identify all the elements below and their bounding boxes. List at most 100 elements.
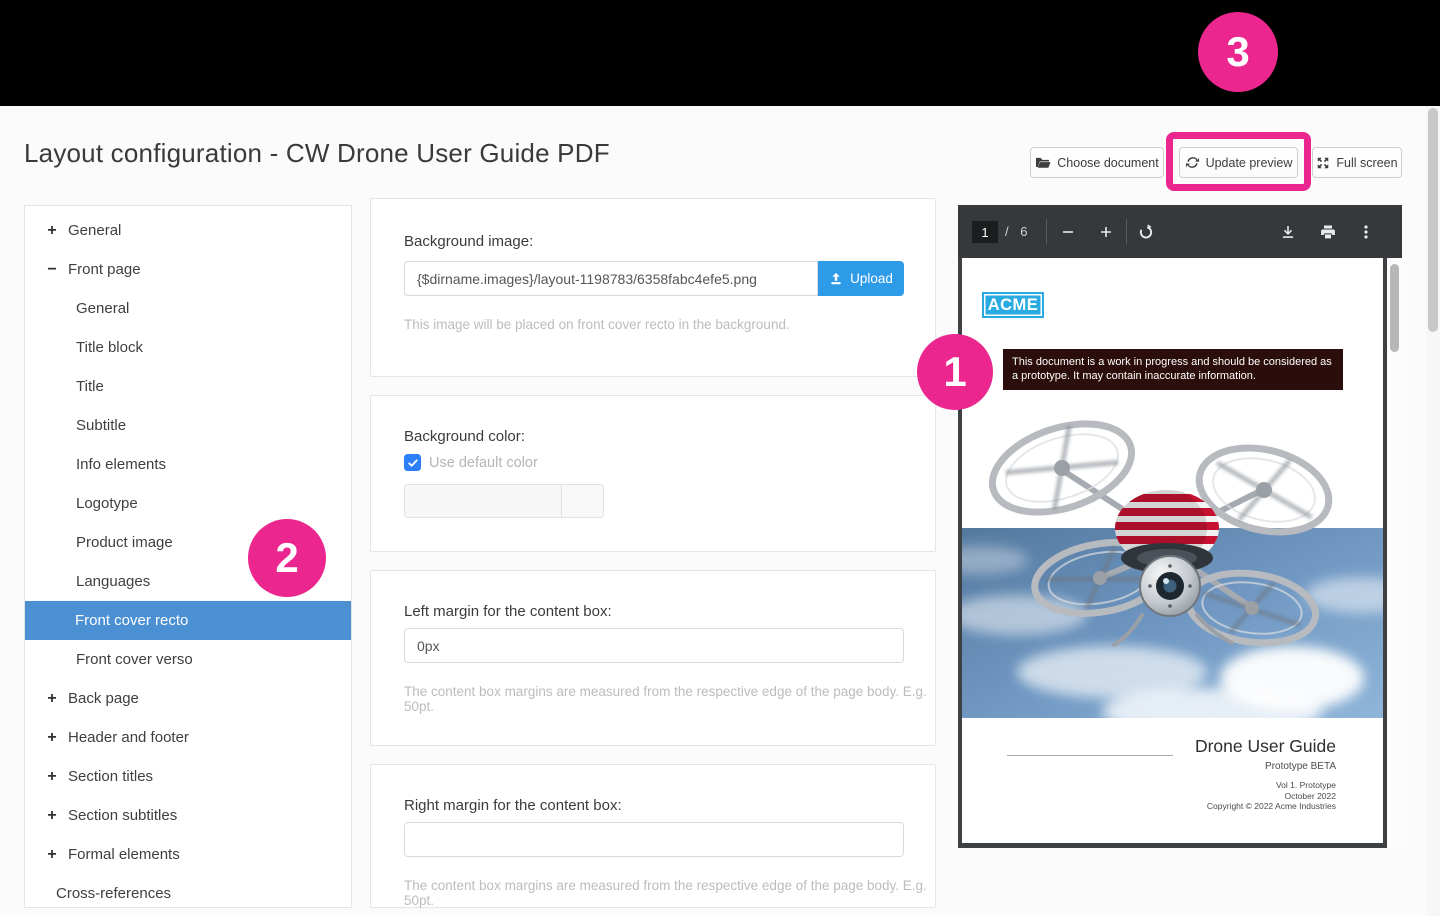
expand-plus-icon[interactable]: + <box>45 848 59 862</box>
prototype-notice-banner: This document is a work in progress and … <box>1003 349 1343 390</box>
upload-label: Upload <box>850 271 893 286</box>
annotation-step-1: 1 <box>917 334 993 410</box>
sidebar-item-front-cover-recto[interactable]: Front cover recto <box>24 601 352 640</box>
background-image-label: Background image: <box>404 233 533 250</box>
expand-plus-icon[interactable]: + <box>45 692 59 706</box>
document-info-block: Vol 1. PrototypeOctober 2022Copyright © … <box>1207 780 1336 812</box>
sidebar-item-title[interactable]: Title <box>25 367 351 406</box>
download-icon[interactable] <box>1278 222 1298 242</box>
annotation-step-2: 2 <box>248 519 326 597</box>
sidebar-item-general[interactable]: + General <box>25 211 351 250</box>
right-margin-card: Right margin for the content box: The co… <box>370 764 936 908</box>
choose-document-label: Choose document <box>1057 156 1158 170</box>
sidebar-item-general[interactable]: General <box>25 289 351 328</box>
sidebar-item-label: General <box>68 222 121 239</box>
left-margin-card: Left margin for the content box: The con… <box>370 570 936 746</box>
background-image-help: This image will be placed on front cover… <box>404 317 790 332</box>
full-screen-button[interactable]: Full screen <box>1312 147 1402 178</box>
sidebar-item-front-cover-verso[interactable]: Front cover verso <box>25 640 351 679</box>
annotation-step-3: 3 <box>1198 12 1278 92</box>
sidebar-item-label: Product image <box>76 534 173 551</box>
pdf-toolbar: 1 / 6 <box>958 205 1402 258</box>
sidebar-item-subtitle[interactable]: Subtitle <box>25 406 351 445</box>
pdf-preview-pane: ACME This document is a work in progress… <box>958 258 1402 848</box>
sidebar-item-label: Front page <box>68 261 141 278</box>
sidebar-item-label: Info elements <box>76 456 166 473</box>
toolbar-divider <box>1046 219 1047 244</box>
left-margin-help: The content box margins are measured fro… <box>404 684 935 714</box>
update-preview-button[interactable]: Update preview <box>1179 147 1298 178</box>
page-title: Layout configuration - CW Drone User Gui… <box>24 138 610 169</box>
background-image-card: Background image: Upload This image will… <box>370 198 936 377</box>
sidebar-item-label: General <box>76 300 129 317</box>
sidebar-item-label: Front cover recto <box>75 612 188 629</box>
expand-plus-icon[interactable]: + <box>45 731 59 745</box>
background-color-card: Background color: Use default color <box>370 395 936 552</box>
expand-plus-icon[interactable]: + <box>45 770 59 784</box>
background-color-label: Background color: <box>404 428 525 445</box>
pdf-scrollbar-thumb[interactable] <box>1390 264 1399 352</box>
sidebar-item-section-titles[interactable]: + Section titles <box>25 757 351 796</box>
color-value-input[interactable] <box>404 484 562 518</box>
background-image-input[interactable] <box>404 261 818 296</box>
right-margin-help: The content box margins are measured fro… <box>404 878 935 908</box>
page-separator: / <box>1005 224 1010 239</box>
sidebar-item-back-page[interactable]: + Back page <box>25 679 351 718</box>
update-preview-label: Update preview <box>1206 156 1293 170</box>
sidebar-item-label: Section subtitles <box>68 807 177 824</box>
full-screen-label: Full screen <box>1336 156 1397 170</box>
left-margin-input[interactable] <box>404 628 904 663</box>
acme-logo: ACME <box>982 292 1044 318</box>
document-info-line: October 2022 <box>1207 791 1336 802</box>
left-margin-label: Left margin for the content box: <box>404 603 612 620</box>
sidebar-item-label: Formal elements <box>68 846 180 863</box>
sidebar-item-cross-references[interactable]: Cross-references <box>25 874 351 908</box>
zoom-in-icon[interactable] <box>1096 222 1116 242</box>
expand-plus-icon[interactable]: + <box>45 224 59 238</box>
right-margin-label: Right margin for the content box: <box>404 797 622 814</box>
sidebar-item-front-page[interactable]: −Front page <box>25 250 351 289</box>
pdf-scrollbar-track[interactable] <box>1387 258 1402 848</box>
sidebar-item-logotype[interactable]: Logotype <box>25 484 351 523</box>
sidebar-item-title-block[interactable]: Title block <box>25 328 351 367</box>
document-info-line: Copyright © 2022 Acme Industries <box>1207 801 1336 812</box>
upload-button[interactable]: Upload <box>818 261 904 296</box>
choose-document-button[interactable]: Choose document <box>1030 147 1164 178</box>
sidebar-item-label: Header and footer <box>68 729 189 746</box>
refresh-icon <box>1185 155 1200 170</box>
drone-cover-image <box>962 410 1383 725</box>
document-title: Drone User Guide <box>1195 736 1336 757</box>
sidebar-item-label: Section titles <box>68 768 153 785</box>
sidebar-item-label: Subtitle <box>76 417 126 434</box>
sidebar-item-label: Logotype <box>76 495 138 512</box>
upload-icon <box>829 272 843 286</box>
document-subtitle: Prototype BETA <box>1265 761 1336 772</box>
expand-plus-icon[interactable]: + <box>45 809 59 823</box>
sidebar-item-header-and-footer[interactable]: + Header and footer <box>25 718 351 757</box>
folder-open-icon <box>1035 156 1051 170</box>
more-vertical-icon[interactable] <box>1356 222 1376 242</box>
right-margin-input[interactable] <box>404 822 904 857</box>
rotate-icon[interactable] <box>1136 222 1156 242</box>
sidebar-item-label: Title block <box>76 339 143 356</box>
page-number-input[interactable]: 1 <box>972 221 998 243</box>
sidebar-item-section-subtitles[interactable]: + Section subtitles <box>25 796 351 835</box>
sidebar-item-label: Front cover verso <box>76 651 193 668</box>
sidebar-item-info-elements[interactable]: Info elements <box>25 445 351 484</box>
sidebar-item-label: Title <box>76 378 104 395</box>
page-count: 6 <box>1020 224 1028 239</box>
toolbar-divider <box>1126 219 1127 244</box>
zoom-out-icon[interactable] <box>1058 222 1078 242</box>
title-rule <box>1007 755 1173 756</box>
print-icon[interactable] <box>1318 222 1338 242</box>
sidebar-item-label: Cross-references <box>56 885 171 902</box>
sidebar-item-formal-elements[interactable]: + Formal elements <box>25 835 351 874</box>
window-scrollbar-thumb[interactable] <box>1428 108 1438 332</box>
sidebar-item-label: Back page <box>68 690 139 707</box>
use-default-color-checkbox[interactable] <box>404 454 421 471</box>
sidebar-item-label: Languages <box>76 573 150 590</box>
collapse-minus-icon[interactable]: − <box>45 263 59 277</box>
document-info-line: Vol 1. Prototype <box>1207 780 1336 791</box>
color-swatch-picker[interactable] <box>562 484 604 518</box>
use-default-color-label: Use default color <box>429 455 538 471</box>
